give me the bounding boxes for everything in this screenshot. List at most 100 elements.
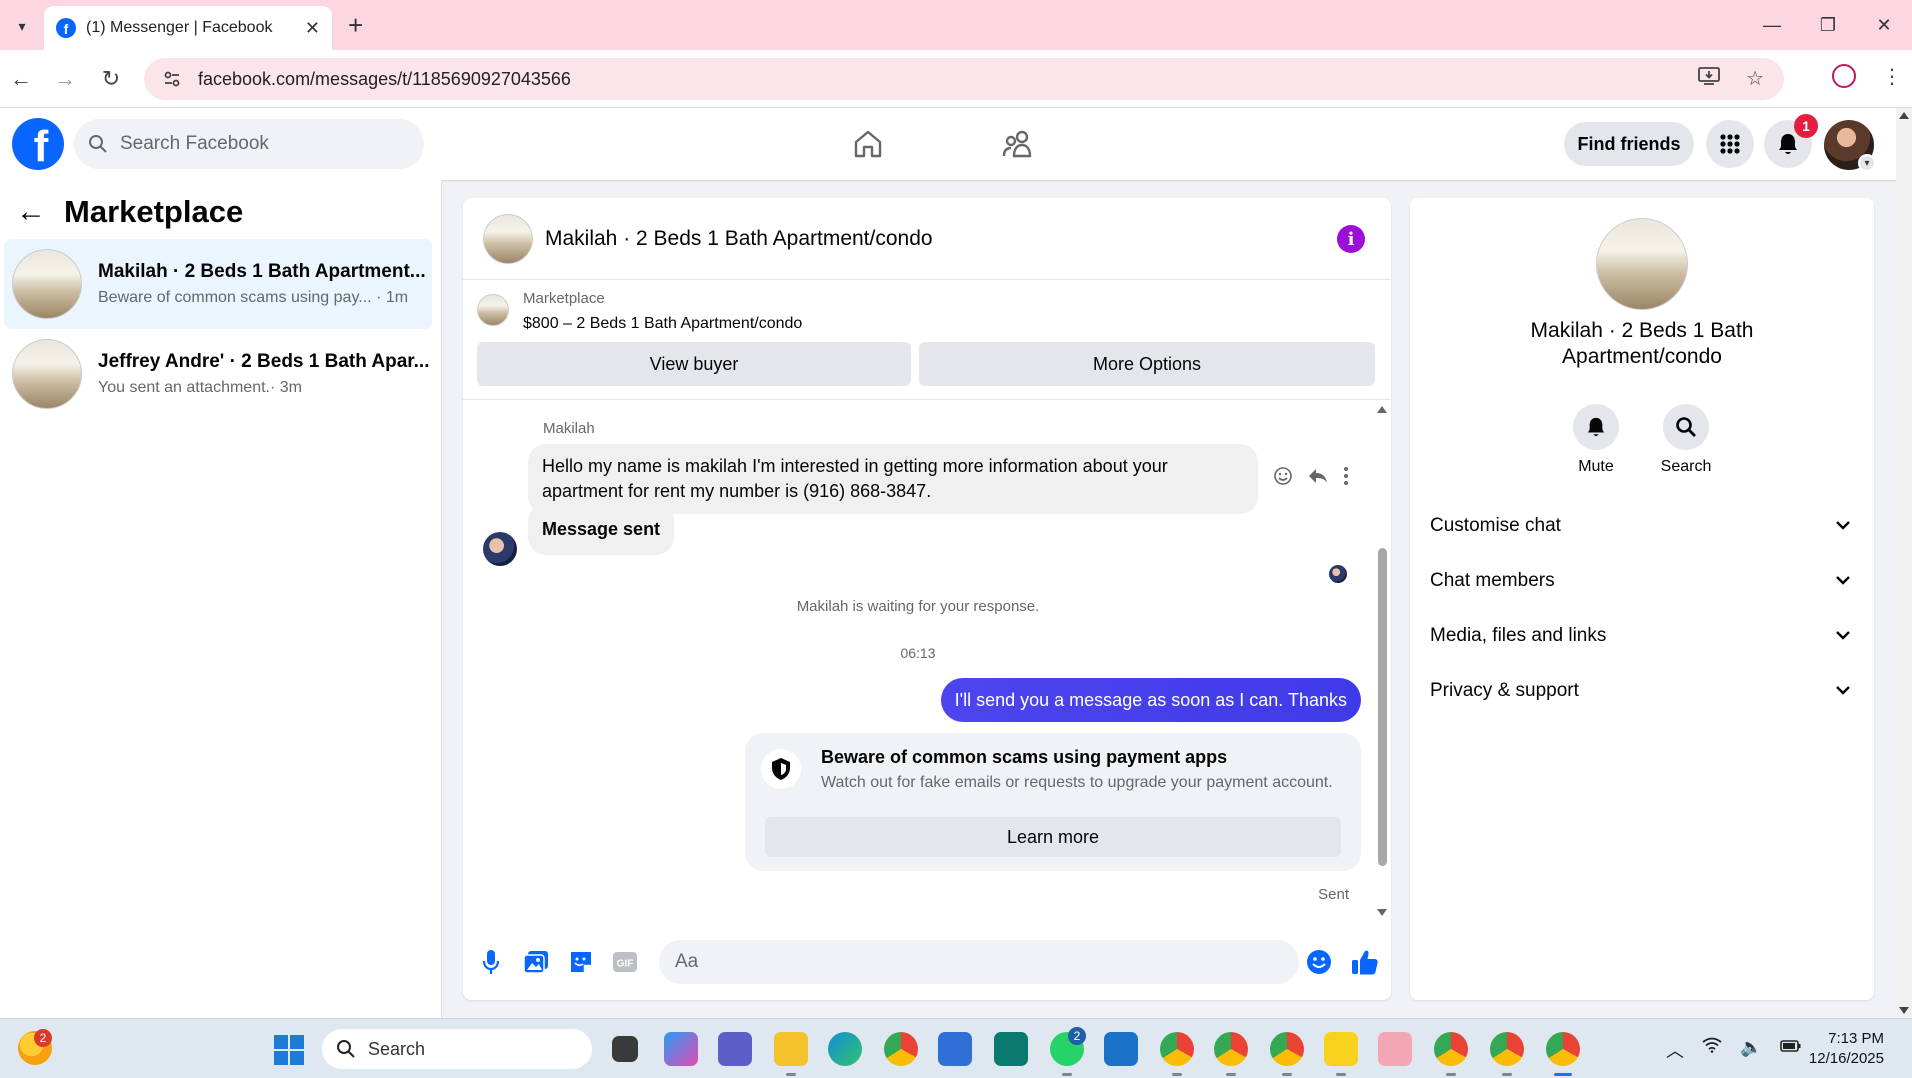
search-in-conversation-action[interactable]: Search: [1646, 404, 1726, 476]
chrome-profile-icon[interactable]: [1546, 1032, 1580, 1066]
friends-icon[interactable]: [1000, 126, 1036, 162]
taskbar-search-box[interactable]: Search: [322, 1029, 592, 1069]
search-icon[interactable]: [1663, 404, 1709, 450]
site-info-icon[interactable]: [160, 67, 184, 91]
chrome-profile-icon[interactable]: [1214, 1032, 1248, 1066]
snipping-tool-icon[interactable]: [1378, 1032, 1412, 1066]
reply-icon[interactable]: [1307, 466, 1329, 492]
details-listing-avatar: [1596, 218, 1688, 310]
chat-listing-thumbnail[interactable]: [483, 213, 533, 264]
menu-grid-icon[interactable]: [1706, 120, 1754, 168]
browser-toolbar: ← → ↻ facebook.com/messages/t/1185690927…: [0, 50, 1912, 108]
thumbs-up-icon[interactable]: [1347, 944, 1383, 980]
tab-search-menu-icon[interactable]: ▾: [8, 12, 36, 40]
scam-warning-title: Beware of common scams using payment app…: [821, 747, 1228, 767]
new-tab-icon[interactable]: +: [348, 10, 363, 41]
teams-icon[interactable]: [718, 1032, 752, 1066]
close-tab-icon[interactable]: ✕: [305, 18, 320, 39]
close-window-icon[interactable]: ✕: [1856, 0, 1912, 50]
page-scrollbar[interactable]: [1896, 108, 1912, 1018]
show-hidden-icons-chevron-icon[interactable]: ︿: [1666, 1037, 1684, 1063]
chrome-profile-icon[interactable]: [1270, 1032, 1304, 1066]
browser-profile-icon[interactable]: [1832, 64, 1856, 88]
react-emoji-icon[interactable]: [1273, 466, 1293, 492]
learn-more-button[interactable]: Learn more: [765, 817, 1341, 857]
browser-tab[interactable]: f (1) Messenger | Facebook ✕: [44, 6, 332, 50]
view-buyer-button[interactable]: View buyer: [477, 342, 911, 386]
scrollbar-thumb[interactable]: [1378, 548, 1387, 866]
chrome-profile-icon[interactable]: [1160, 1032, 1194, 1066]
sidebar-title: Marketplace: [64, 194, 244, 229]
install-app-icon[interactable]: [1698, 66, 1720, 92]
conversation-item[interactable]: Makilah · 2 Beds 1 Bath Apartment... Bew…: [4, 239, 432, 329]
mute-action[interactable]: Mute: [1556, 404, 1636, 476]
facebook-logo-icon[interactable]: f: [12, 118, 64, 170]
facebook-header: f Search Facebook Find friends 1 ▾: [0, 108, 1896, 180]
running-indicator: [1226, 1073, 1236, 1076]
conversation-time: · 1m: [376, 289, 409, 306]
app-icon[interactable]: [994, 1032, 1028, 1066]
chat-title[interactable]: Makilah · 2 Beds 1 Bath Apartment/condo: [545, 227, 933, 251]
emoji-icon[interactable]: [1299, 940, 1339, 984]
incoming-message-bubble[interactable]: Message sent: [528, 503, 675, 555]
outgoing-message-bubble[interactable]: I'll send you a message as soon as I can…: [940, 678, 1361, 722]
media-files-links-section[interactable]: Media, files and links: [1430, 616, 1860, 656]
scroll-down-arrow-icon[interactable]: [1899, 1007, 1909, 1014]
conversation-item[interactable]: Jeffrey Andre' · 2 Beds 1 Bath Apar... Y…: [4, 329, 432, 419]
more-options-button[interactable]: More Options: [919, 342, 1375, 386]
privacy-support-section[interactable]: Privacy & support: [1430, 671, 1860, 711]
battery-icon[interactable]: [1780, 1037, 1802, 1063]
message-input[interactable]: [659, 940, 1299, 984]
sticker-icon[interactable]: [567, 948, 595, 976]
task-view-icon[interactable]: [612, 1036, 638, 1062]
file-explorer-icon[interactable]: [774, 1032, 808, 1066]
scroll-up-arrow-icon[interactable]: [1899, 112, 1909, 119]
browser-menu-icon[interactable]: ⋮: [1882, 64, 1902, 89]
more-actions-icon[interactable]: [1343, 466, 1349, 492]
info-icon[interactable]: i: [1337, 225, 1365, 253]
find-friends-button[interactable]: Find friends: [1564, 122, 1694, 166]
back-arrow-icon[interactable]: ←: [16, 197, 46, 227]
search-placeholder: Search Facebook: [120, 133, 269, 154]
weather-badge: 2: [34, 1029, 52, 1047]
volume-icon[interactable]: 🔈: [1740, 1037, 1762, 1063]
home-icon[interactable]: [850, 126, 886, 162]
photo-gallery-icon[interactable]: [522, 948, 550, 976]
windows-start-icon[interactable]: [274, 1035, 304, 1065]
address-bar[interactable]: facebook.com/messages/t/1185690927043566…: [144, 58, 1784, 100]
chevron-down-icon: [1836, 682, 1860, 700]
outlook-icon[interactable]: [1104, 1032, 1138, 1066]
gif-icon[interactable]: GIF: [611, 948, 639, 976]
facebook-search-box[interactable]: Search Facebook: [74, 119, 424, 169]
wifi-icon[interactable]: [1702, 1037, 1722, 1063]
minimize-icon[interactable]: —: [1744, 0, 1800, 50]
chat-panel: Makilah · 2 Beds 1 Bath Apartment/condo …: [463, 198, 1391, 1000]
customise-chat-section[interactable]: Customise chat: [1430, 506, 1860, 546]
notifications-bell-icon[interactable]: 1: [1764, 114, 1818, 168]
microsoft-store-icon[interactable]: [938, 1032, 972, 1066]
chat-scrollbar[interactable]: [1375, 406, 1389, 916]
scroll-down-arrow-icon[interactable]: [1377, 909, 1387, 916]
copilot-icon[interactable]: [664, 1032, 698, 1066]
reload-icon[interactable]: ↻: [96, 64, 126, 94]
microphone-icon[interactable]: [477, 948, 505, 976]
back-icon[interactable]: ←: [6, 64, 36, 94]
edge-icon[interactable]: [828, 1032, 862, 1066]
sticky-notes-icon[interactable]: [1324, 1032, 1358, 1066]
chrome-profile-icon[interactable]: [1434, 1032, 1468, 1066]
running-indicator: [1502, 1073, 1512, 1076]
chevron-down-icon: [1836, 572, 1860, 590]
chrome-icon[interactable]: [884, 1032, 918, 1066]
restore-icon[interactable]: ❐: [1800, 0, 1856, 50]
mute-bell-icon[interactable]: [1573, 404, 1619, 450]
account-avatar[interactable]: ▾: [1824, 120, 1876, 172]
listing-price-title[interactable]: $800 – 2 Beds 1 Bath Apartment/condo: [523, 315, 802, 333]
bookmark-star-icon[interactable]: ☆: [1746, 66, 1764, 92]
chrome-profile-icon[interactable]: [1490, 1032, 1524, 1066]
sender-avatar[interactable]: [483, 532, 517, 566]
scam-warning-card: Beware of common scams using payment app…: [745, 733, 1361, 871]
chat-members-section[interactable]: Chat members: [1430, 561, 1860, 601]
forward-icon[interactable]: →: [50, 64, 80, 94]
system-clock[interactable]: 7:13 PM 12/16/2025: [1809, 1029, 1884, 1069]
scroll-up-arrow-icon[interactable]: [1377, 406, 1387, 413]
